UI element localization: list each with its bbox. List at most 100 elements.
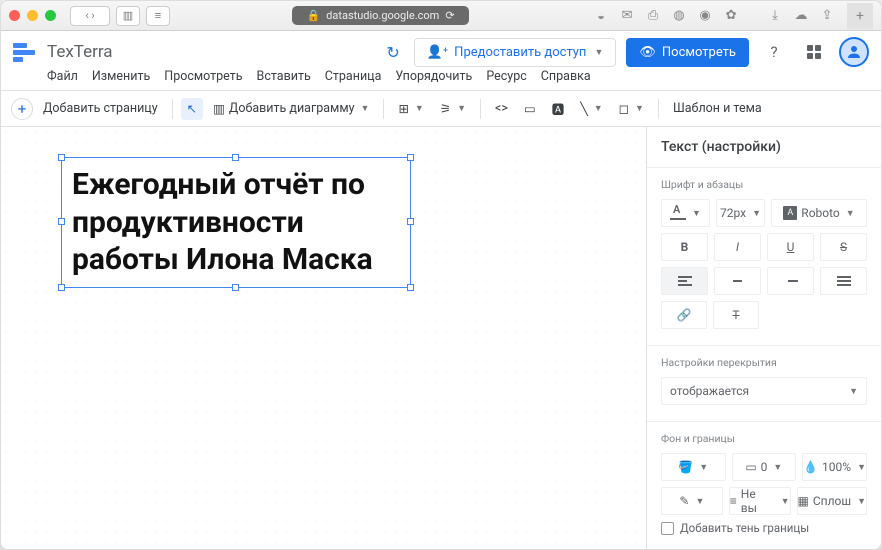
pin-icon[interactable]: ◉ [695,8,715,23]
resize-handle-e[interactable] [407,218,414,225]
undo-icon[interactable]: ↻ [382,39,403,66]
properties-panel: Текст (настройки) Шрифт и абзацы ▼ 72px▼… [646,127,881,549]
italic-button[interactable]: I [714,233,761,261]
macos-titlebar: ‹ › ▥ ≡ 🔒 datastudio.google.com ⟳ ◒ ✉ ⎙ … [1,1,881,31]
chart-icon: ▥ [213,101,225,117]
resize-handle-n[interactable] [232,154,239,161]
menu-view[interactable]: Просмотреть [164,69,242,84]
pdf-icon[interactable]: ⎙ [643,8,663,23]
mail-icon[interactable]: ✉ [617,8,637,23]
text-tool-icon[interactable]: 🅰 [546,96,571,121]
url-embed-icon[interactable]: <> [489,98,514,119]
align-right-button[interactable] [767,267,814,295]
eye-icon: 👁 [639,45,656,60]
theme-label: Шаблон и тема [673,101,762,116]
account-avatar[interactable] [839,37,869,67]
opacity-input[interactable]: 💧 100%▼ [802,453,867,481]
selection-tool[interactable]: ↖ [181,98,203,120]
resize-handle-nw[interactable] [58,154,65,161]
link-button[interactable]: 🔗 [661,301,707,329]
datastudio-logo-icon [13,40,37,64]
nav-back-forward[interactable]: ‹ › [70,6,110,26]
add-chart-label: Добавить диаграмму [229,101,355,116]
text-content[interactable]: Ежегодный отчёт по продуктивности работы… [72,166,400,279]
resize-handle-ne[interactable] [407,154,414,161]
font-section: Шрифт и абзацы ▼ 72px▼ ARoboto▼ B I U S [647,168,881,346]
font-size-select[interactable]: 72px▼ [716,199,765,227]
menu-edit[interactable]: Изменить [92,69,150,84]
menu-help[interactable]: Справка [541,69,591,84]
control-icon[interactable]: ⚞▼ [434,98,472,120]
add-page-button[interactable]: Добавить страницу [37,98,164,119]
menu-insert[interactable]: Вставить [257,69,311,84]
resize-handle-sw[interactable] [58,284,65,291]
corner-style-select[interactable]: ▦ Сплош▼ [797,487,868,515]
close-window-icon[interactable] [9,10,20,21]
cloud-icon[interactable]: ☁ [791,8,811,23]
apps-grid-icon[interactable] [799,37,829,67]
toolbar: + Добавить страницу ↖ ▥ Добавить диаграм… [1,90,881,127]
align-left-button[interactable] [661,267,708,295]
add-page-label: Добавить страницу [43,101,158,116]
url-text: datastudio.google.com [326,9,439,22]
shadow-label: Добавить тень границы [680,521,809,535]
menu-arrange[interactable]: Упорядочить [395,69,472,84]
border-section: Фон и границы 🪣▼ ▭ 0▼ 💧 100%▼ ✎▼ ≡ Не вы… [647,422,881,549]
menu-resource[interactable]: Ресурс [486,69,526,84]
menu-page[interactable]: Страница [325,69,382,84]
align-center-button[interactable] [714,267,761,295]
person-plus-icon: 👤⁺ [427,45,448,60]
report-canvas[interactable]: Ежегодный отчёт по продуктивности работы… [1,127,646,549]
border-width-input[interactable]: ▭ 0▼ [732,453,797,481]
shape-tool-icon[interactable]: ◻▼ [613,98,650,120]
help-icon[interactable]: ? [759,37,789,67]
browser-window: ‹ › ▥ ≡ 🔒 datastudio.google.com ⟳ ◒ ✉ ⎙ … [0,0,882,550]
overlay-section: Настройки перекрытия отображается▼ [647,346,881,422]
share-icon[interactable]: ⇪ [817,8,837,23]
line-tool-icon[interactable]: ╲▼ [574,98,608,120]
shadow-checkbox[interactable] [661,522,674,535]
underline-button[interactable]: U [767,233,814,261]
community-viz-icon[interactable]: ⊞▼ [392,98,429,120]
text-element-selected[interactable]: Ежегодный отчёт по продуктивности работы… [61,157,411,288]
pocket-icon[interactable]: ◒ [591,8,611,24]
settings-icon[interactable]: ✿ [721,8,741,23]
chevron-down-icon: ▼ [594,47,603,58]
resize-handle-se[interactable] [407,284,414,291]
add-chart-button[interactable]: ▥ Добавить диаграмму ▼ [207,98,375,120]
font-color-picker[interactable]: ▼ [661,199,710,227]
strike-button[interactable]: S [820,233,867,261]
clear-format-button[interactable]: T [713,301,759,329]
share-label: Предоставить доступ [454,45,586,60]
view-button[interactable]: 👁 Посмотреть [626,38,749,67]
share-button[interactable]: 👤⁺ Предоставить доступ ▼ [414,38,617,67]
minimize-window-icon[interactable] [27,10,38,21]
overlay-section-label: Настройки перекрытия [661,356,867,369]
download-icon[interactable]: ⤓ [765,8,785,23]
fill-color-picker[interactable]: 🪣▼ [661,453,726,481]
bold-button[interactable]: B [661,233,708,261]
view-label: Посмотреть [662,45,736,60]
align-justify-button[interactable] [820,267,867,295]
globe-icon[interactable]: ◍ [669,8,689,23]
traffic-lights[interactable] [9,10,56,21]
resize-handle-w[interactable] [58,218,65,225]
address-bar[interactable]: 🔒 datastudio.google.com ⟳ [292,6,468,25]
line-style-select[interactable]: ≡ Не вы▼ [729,487,791,515]
overlay-select[interactable]: отображается▼ [661,377,867,405]
font-family-select[interactable]: ARoboto▼ [771,199,867,227]
document-title[interactable]: TexTerra [47,42,113,62]
menu-bar: Файл Изменить Просмотреть Вставить Стран… [1,69,881,90]
new-tab-button[interactable]: + [847,3,873,29]
border-color-picker[interactable]: ✎▼ [661,487,723,515]
image-icon[interactable]: ▭ [518,98,542,120]
reload-icon[interactable]: ⟳ [445,9,454,22]
theme-button[interactable]: Шаблон и тема [667,98,768,119]
sidebar-toggle-icon[interactable]: ▥ [116,6,140,26]
reader-icon[interactable]: ≡ [146,6,170,26]
maximize-window-icon[interactable] [45,10,56,21]
main-area: Ежегодный отчёт по продуктивности работы… [1,127,881,549]
resize-handle-s[interactable] [232,284,239,291]
add-page-plus-icon[interactable]: + [11,98,33,120]
menu-file[interactable]: Файл [47,69,78,84]
